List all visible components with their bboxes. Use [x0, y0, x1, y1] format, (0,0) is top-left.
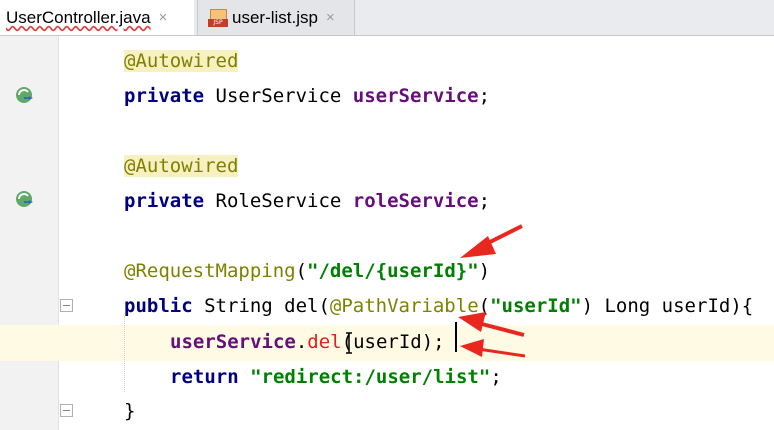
code-line-9[interactable]: userService.del(userId); [170, 328, 445, 356]
code-line-1[interactable]: @Autowired [124, 47, 239, 75]
code-line-10[interactable]: return "redirect:/user/list"; [170, 363, 502, 391]
dot: . [295, 331, 308, 353]
keyword: public [124, 295, 193, 317]
text-cursor [455, 322, 457, 352]
keyword: return [170, 366, 239, 388]
annotation: @Autowired [124, 155, 239, 177]
semicolon: ; [478, 190, 491, 212]
close-icon[interactable]: × [159, 9, 168, 26]
annotation: @Autowired [124, 50, 239, 72]
string-literal: "redirect:/user/list" [250, 366, 491, 388]
annotation: @PathVariable [329, 295, 479, 317]
semicolon: ; [478, 85, 491, 107]
fold-collapse-icon[interactable] [60, 299, 73, 312]
call-args: (userId); [341, 331, 445, 353]
tab-label: user-list.jsp [232, 7, 318, 27]
annotation: @RequestMapping [124, 260, 296, 282]
paren: ( [295, 260, 308, 282]
code-line-5[interactable]: private RoleService roleService; [124, 187, 490, 215]
close-icon[interactable]: × [326, 9, 335, 26]
method-call: del [307, 331, 342, 353]
paren: ) [478, 260, 491, 282]
editor-tab-bar: UserController.java × JSP user-list.jsp … [0, 0, 774, 36]
ibeam-cursor-icon [346, 332, 352, 354]
field-name: roleService [352, 190, 479, 212]
type-name: UserService [204, 85, 353, 107]
fold-collapse-icon[interactable] [60, 404, 73, 417]
type-name: RoleService [204, 190, 353, 212]
tab-usercontroller-java[interactable]: UserController.java × [0, 0, 194, 35]
code-line-2[interactable]: private UserService userService; [124, 82, 490, 110]
signature-part: ) Long userId){ [581, 295, 754, 317]
code-line-4[interactable]: @Autowired [124, 152, 239, 180]
code-line-7[interactable]: @RequestMapping("/del/{userId}") [124, 257, 490, 285]
closing-brace: } [124, 400, 136, 422]
paren: ( [478, 295, 491, 317]
string-literal: "userId" [490, 295, 582, 317]
indent-guide [124, 316, 126, 392]
code-line-8[interactable]: public String del(@PathVariable("userId"… [124, 292, 753, 320]
jsp-file-icon: JSP [208, 8, 228, 27]
semicolon: ; [490, 366, 502, 388]
signature-part: String del( [192, 295, 330, 317]
tab-user-list-jsp[interactable]: JSP user-list.jsp × [197, 0, 355, 35]
keyword: private [124, 190, 205, 212]
override-implement-icon[interactable] [13, 84, 35, 106]
field-name: userService [352, 85, 479, 107]
field-name: userService [170, 331, 296, 353]
string-literal: "/del/{userId}" [307, 260, 479, 282]
keyword: private [124, 85, 205, 107]
tab-label: UserController.java [6, 7, 151, 27]
code-line-11[interactable]: } [124, 397, 135, 425]
override-implement-icon[interactable] [13, 188, 35, 210]
